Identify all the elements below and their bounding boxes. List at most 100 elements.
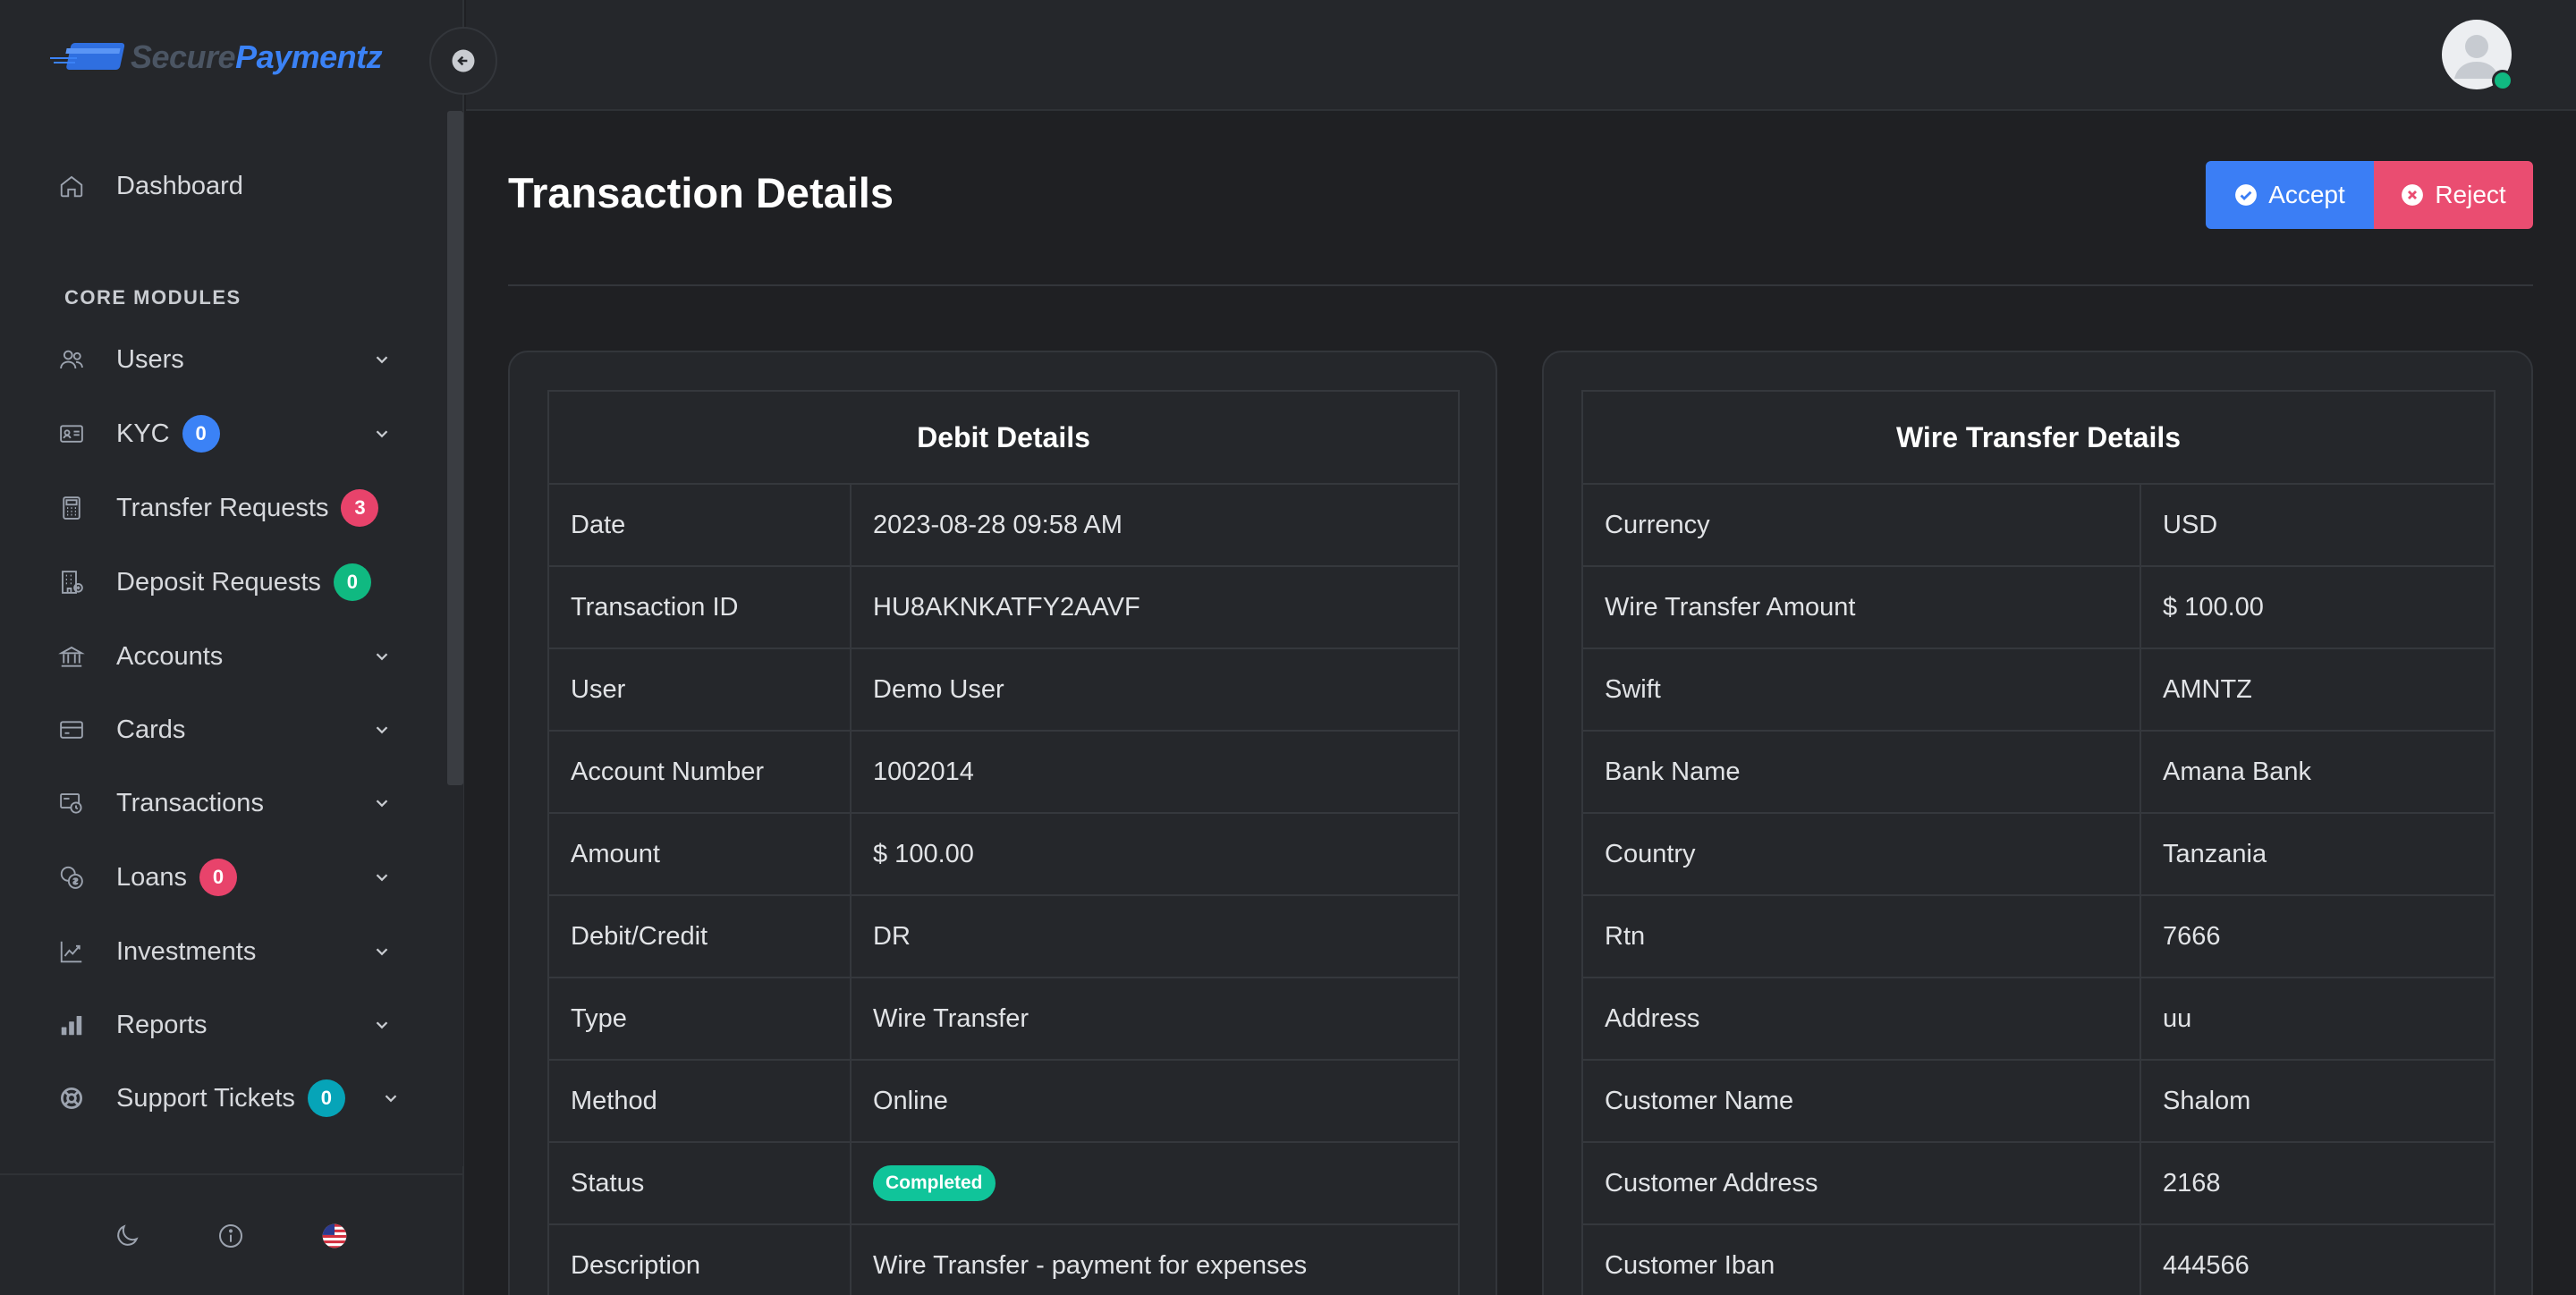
check-circle-icon [2235,184,2258,206]
row-value: 444566 [2140,1223,2496,1295]
sidebar-item-label: Dashboard [116,171,243,200]
sidebar-item-loans[interactable]: Loans 0 [54,851,394,904]
accept-button[interactable]: Accept [2206,161,2374,229]
table-row: Account Number 1002014 [547,730,1460,814]
table-row: Date 2023-08-28 09:58 AM [547,483,1460,567]
table-row: Description Wire Transfer - payment for e… [547,1223,1460,1295]
logo-row: SecurePaymentz [0,0,464,111]
row-value: uu [2140,977,2496,1061]
accept-button-label: Accept [2268,181,2345,208]
row-key: Wire Transfer Amount [1581,565,2141,649]
us-flag-icon[interactable] [317,1218,352,1254]
table-row: Status Completed [547,1141,1460,1225]
row-key: Status [547,1141,852,1225]
row-key: Transaction ID [547,565,852,649]
row-value: DR [850,894,1460,978]
transfer-requests-count-badge: 3 [341,489,379,527]
row-value: HU8AKNKATFY2AAVF [850,565,1460,649]
sidebar-item-accounts[interactable]: Accounts [54,630,394,683]
table-row: Method Online [547,1059,1460,1143]
x-circle-icon [2402,184,2424,206]
debit-details-heading: Debit Details [547,390,1460,485]
sidebar-item-transactions[interactable]: Transactions [54,776,394,830]
users-icon [54,342,89,377]
table-row: Customer Name Shalom [1581,1059,2496,1143]
row-value: 2023-08-28 09:58 AM [850,483,1460,567]
sidebar-item-investments[interactable]: Investments [54,925,394,978]
sidebar-item-dashboard[interactable]: Dashboard [54,159,394,213]
sidebar-item-label: Investments [116,936,257,966]
row-key: Rtn [1581,894,2141,978]
sidebar-item-support-tickets[interactable]: Support Tickets 0 [54,1071,397,1125]
debit-details-card: Debit Details Date 2023-08-28 09:58 AM Tr… [508,351,1497,1295]
wire-transfer-details-table: Wire Transfer Details Currency USD Wire T… [1581,390,2496,1295]
row-value: 7666 [2140,894,2496,978]
sidebar-item-label: Reports [116,1010,208,1039]
brand-name-part2: Paymentz [235,38,383,75]
sidebar-item-cards[interactable]: Cards [54,703,394,757]
info-icon[interactable] [213,1218,249,1254]
bar-chart-icon [54,1007,89,1043]
chevron-down-icon [370,940,394,963]
row-value: Online [850,1059,1460,1143]
brand-name-part1: Secure [131,38,236,75]
chart-line-icon [54,934,89,969]
row-key: Currency [1581,483,2141,567]
sidebar-item-label: Support Tickets [116,1083,295,1113]
sidebar-item-kyc[interactable]: KYC 0 [54,407,394,461]
row-key: Method [547,1059,852,1143]
table-row: Rtn 7666 [1581,894,2496,978]
brand-name: SecurePaymentz [131,38,383,76]
chevron-down-icon [370,866,394,889]
row-key: Account Number [547,730,852,814]
row-value: Completed [850,1141,1460,1225]
chevron-down-icon [370,645,394,668]
row-key: Customer Address [1581,1141,2141,1225]
chevron-down-icon [370,791,394,815]
support-tickets-count-badge: 0 [307,1079,345,1117]
row-value: USD [2140,483,2496,567]
row-value: 1002014 [850,730,1460,814]
row-value: Demo User [850,648,1460,732]
sidebar-item-label: Transfer Requests [116,493,329,522]
reject-button[interactable]: Reject [2374,161,2533,229]
sidebar-item-label: Users [116,344,184,374]
row-key: Customer Name [1581,1059,2141,1143]
brand-logo[interactable]: SecurePaymentz [50,34,383,80]
sidebar-item-label: KYC [116,419,170,448]
row-key: Bank Name [1581,730,2141,814]
table-row: Transaction ID HU8AKNKATFY2AAVF [547,565,1460,649]
chevron-down-icon [379,1087,402,1110]
sidebar-item-reports[interactable]: Reports [54,998,394,1052]
sidebar-scrollbar-thumb[interactable] [447,111,463,785]
wire-transfer-details-card: Wire Transfer Details Currency USD Wire T… [1542,351,2533,1295]
home-icon [54,168,89,204]
sidebar-item-label: Deposit Requests [116,567,321,597]
table-row: Customer Iban 444566 [1581,1223,2496,1295]
sidebar-item-users[interactable]: Users [54,333,394,386]
sidebar-item-transfer-requests[interactable]: Transfer Requests 3 [54,481,394,535]
divider [508,284,2533,286]
sidebar: SecurePaymentz Dashboard CORE MODULES Us… [0,0,464,1295]
sidebar-collapse-button[interactable] [429,27,497,95]
row-key: Type [547,977,852,1061]
coins-icon [54,859,89,895]
sidebar-item-label: Loans [116,862,188,892]
row-value: $ 100.00 [2140,565,2496,649]
chevron-down-icon [370,348,394,371]
row-key: Description [547,1223,852,1295]
row-value: Tanzania [2140,812,2496,896]
sidebar-item-label: Cards [116,715,186,744]
moon-icon[interactable] [109,1218,145,1254]
online-status-dot [2492,70,2513,91]
row-key: Customer Iban [1581,1223,2141,1295]
reject-button-label: Reject [2435,181,2506,208]
table-row: Address uu [1581,977,2496,1061]
chevron-down-icon [370,1013,394,1037]
row-value: Wire Transfer [850,977,1460,1061]
card-logo-icon [50,43,125,70]
row-key: Date [547,483,852,567]
status-badge: Completed [873,1165,996,1201]
row-key: Country [1581,812,2141,896]
sidebar-item-deposit-requests[interactable]: Deposit Requests 0 [54,555,394,609]
